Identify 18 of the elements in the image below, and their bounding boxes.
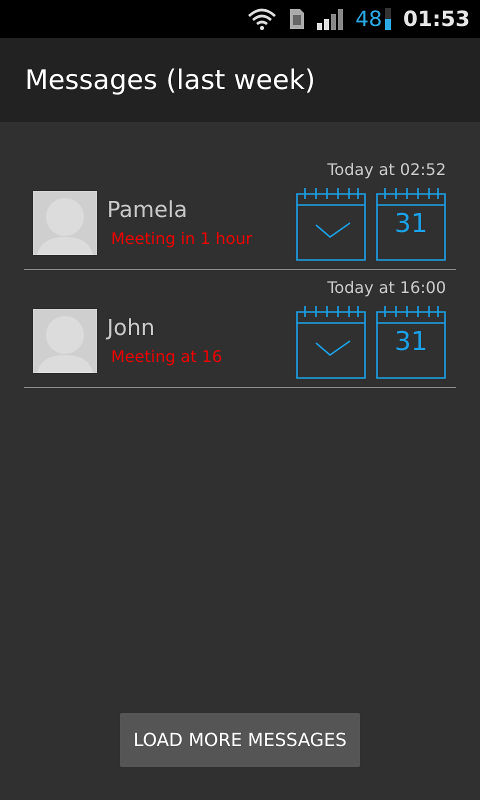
calendar-button[interactable]: 31 [376,185,446,261]
contact-name: John [107,316,156,341]
load-more-button[interactable]: LOAD MORE MESSAGES [120,713,360,767]
calendar-check-icon[interactable] [296,303,366,379]
message-text: Meeting at 16 [111,347,224,366]
wifi-icon [247,7,278,31]
battery-icon [385,8,392,30]
sim-card-icon [289,8,306,30]
contact-name: Pamela [107,198,188,223]
calendar-check-icon[interactable] [296,185,366,261]
signal-icon [317,8,344,30]
message-time: Today at 02:52 [326,160,447,181]
clock: 01:53 [403,7,470,31]
message-time: Today at 16:00 [326,278,447,299]
calendar-button[interactable]: 31 [376,303,446,379]
message-text: Meeting in 1 hour [111,229,254,248]
screen-title: Messages (last week) [25,64,316,96]
battery-percentage: 48 [355,7,382,31]
